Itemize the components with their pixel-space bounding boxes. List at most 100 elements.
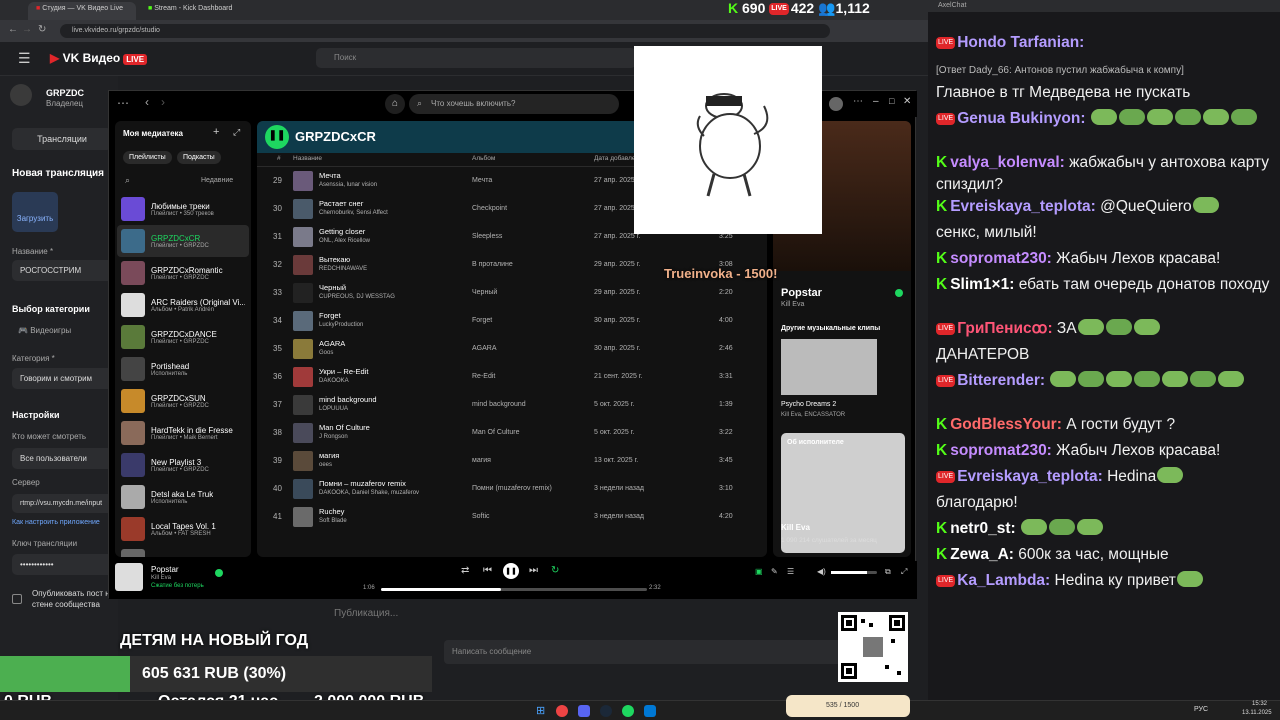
spotify-icon[interactable]: [622, 705, 634, 717]
library-item[interactable]: New Playlist 3 Плейлист • GRPZDC: [117, 449, 249, 481]
track-artist[interactable]: Asenssia, lunar vision: [319, 182, 377, 188]
track-title[interactable]: Укри – Re-Edit: [319, 367, 368, 376]
clip-title[interactable]: Psycho Dreams 2: [781, 401, 836, 408]
track-title[interactable]: Мечта: [319, 171, 341, 180]
track-album[interactable]: AGARA: [472, 345, 497, 352]
chat-username[interactable]: GodBlessYour:: [950, 416, 1062, 433]
library-item[interactable]: ARC Raiders (Original Vi... Альбом • Pat…: [117, 289, 249, 321]
track-title[interactable]: Вытекаю: [319, 255, 350, 264]
saved-check-icon[interactable]: [895, 289, 903, 297]
chat-username[interactable]: Hondo Tarfanian:: [957, 34, 1084, 51]
track-album[interactable]: mind background: [472, 401, 526, 408]
back-icon[interactable]: ‹: [145, 95, 149, 109]
play-pause-button[interactable]: ❚❚: [503, 563, 519, 579]
library-search-icon[interactable]: ⌕: [125, 175, 130, 186]
stream-name-input[interactable]: РОСГОССТРИМ: [12, 260, 116, 281]
tab-streams[interactable]: Трансляции: [12, 128, 112, 150]
post-input[interactable]: Публикация...: [334, 608, 398, 619]
track-title[interactable]: Ruchey: [319, 507, 344, 516]
track-album[interactable]: В проталине: [472, 261, 513, 268]
vk-search-input[interactable]: Поиск: [316, 48, 636, 68]
filter-podcasts[interactable]: Подкасты: [177, 151, 221, 164]
track-artist[interactable]: Soft Blade: [319, 518, 347, 524]
library-item[interactable]: HardTekk in die Fresse Плейлист • Maik B…: [117, 417, 249, 449]
player-title[interactable]: Popstar: [151, 565, 179, 574]
track-album[interactable]: Помни (muzaferov remix): [472, 485, 552, 492]
category-input[interactable]: Говорим и смотрим: [12, 368, 116, 389]
chat-username[interactable]: sopromat230:: [950, 442, 1052, 459]
clip-thumbnail[interactable]: [781, 339, 877, 395]
track-row[interactable]: 35 AGARA Goos AGARA 30 апр. 2025 г. 2:46: [257, 335, 767, 363]
url-field[interactable]: live.vkvideo.ru/grpzdc/studio: [60, 24, 830, 38]
tab-kick-dashboard[interactable]: ■ Stream - Kick Dashboard: [140, 2, 250, 20]
queue-icon[interactable]: ☰: [787, 567, 794, 576]
chat-username[interactable]: Evreiskaya_teplota:: [957, 468, 1103, 485]
about-artist-card[interactable]: Об исполнителе: [781, 433, 905, 553]
miniplayer-icon[interactable]: ⧉: [885, 567, 891, 577]
chat-username[interactable]: Evreiskaya_teplota:: [950, 198, 1096, 215]
minimize-icon[interactable]: –: [873, 96, 879, 107]
lyrics-icon[interactable]: ✎: [771, 567, 778, 576]
track-title[interactable]: магия: [319, 451, 339, 460]
browser-icon[interactable]: [556, 705, 568, 717]
track-artist[interactable]: oees: [319, 462, 332, 468]
chat-username[interactable]: netr0_st:: [950, 520, 1015, 537]
track-title[interactable]: Forget: [319, 311, 341, 320]
library-item[interactable]: Detsl aka Le Truk Исполнитель: [117, 481, 249, 513]
previous-icon[interactable]: ⏮: [483, 565, 492, 576]
maximize-icon[interactable]: □: [889, 96, 894, 106]
track-album[interactable]: Forget: [472, 317, 492, 324]
back-icon[interactable]: ←: [8, 24, 18, 35]
col-album[interactable]: Альбом: [472, 155, 495, 162]
track-row[interactable]: 37 mind background LOPUUUA mind backgrou…: [257, 391, 767, 419]
library-item[interactable]: GRPZDCxRomantic Плейлист • GRPZDC: [117, 257, 249, 289]
track-album[interactable]: магия: [472, 457, 491, 464]
chat-username[interactable]: Bitterender:: [957, 372, 1045, 389]
menu-icon[interactable]: ☰: [18, 50, 31, 67]
library-item[interactable]: Portishead Исполнитель: [117, 353, 249, 385]
track-row[interactable]: 38 Man Of Culture J Rongson Man Of Cultu…: [257, 419, 767, 447]
next-icon[interactable]: ⏭: [529, 565, 538, 576]
track-row[interactable]: 36 Укри – Re-Edit DAKOOKA Re-Edit 21 сен…: [257, 363, 767, 391]
reload-icon[interactable]: ↻: [38, 24, 46, 35]
stream-key-input[interactable]: ••••••••••••: [12, 554, 116, 575]
library-item[interactable]: Adele: [117, 545, 249, 557]
forward-icon[interactable]: ›: [161, 95, 165, 109]
track-row[interactable]: 33 Черный CUPREOUS, DJ WESSTAG Черный 29…: [257, 279, 767, 307]
track-title[interactable]: Man Of Culture: [319, 423, 370, 432]
track-artist[interactable]: CUPREOUS, DJ WESSTAG: [319, 294, 395, 300]
fullscreen-icon[interactable]: ⤢: [901, 567, 907, 577]
library-item[interactable]: Local Tapes Vol. 1 Альбом • FAT SRESH: [117, 513, 249, 545]
track-title[interactable]: Помни – muzaferov remix: [319, 479, 406, 488]
track-album[interactable]: Sleepless: [472, 233, 502, 240]
expand-icon[interactable]: ⤢: [233, 127, 240, 138]
track-row[interactable]: 40 Помни – muzaferov remix DAKOOKA, Dani…: [257, 475, 767, 503]
vk-logo[interactable]: ▶ VK Видео LIVE: [50, 51, 148, 65]
start-icon[interactable]: ⊞: [536, 704, 545, 717]
server-input[interactable]: rtmp://vsu.mycdn.me/input: [12, 494, 116, 513]
clock-time[interactable]: 15:32: [1252, 701, 1267, 707]
chat-username[interactable]: Ka_Lambda:: [957, 572, 1050, 589]
liked-icon[interactable]: [215, 569, 223, 577]
library-item[interactable]: GRPZDCxDANCE Плейлист • GRPZDC: [117, 321, 249, 353]
track-album[interactable]: Softic: [472, 513, 490, 520]
clock-date[interactable]: 13.11.2025: [1242, 710, 1272, 716]
pause-button[interactable]: ❚❚: [265, 125, 289, 149]
track-artist[interactable]: LOPUUUA: [319, 406, 348, 412]
steam-icon[interactable]: [600, 705, 612, 717]
track-title[interactable]: AGARA: [319, 339, 345, 348]
track-artist[interactable]: LuckyProduction: [319, 322, 363, 328]
publish-checkbox[interactable]: [12, 594, 22, 604]
setup-link[interactable]: Как настроить приложение: [12, 519, 116, 526]
now-playing-view-icon[interactable]: ▣: [755, 567, 763, 576]
chat-username[interactable]: ГриПенисꝏ:: [957, 320, 1052, 337]
chat-username[interactable]: sopromat230:: [950, 250, 1052, 267]
track-album[interactable]: Checkpoint: [472, 205, 507, 212]
menu-dots-icon[interactable]: ⋯: [853, 96, 863, 107]
now-artist[interactable]: Kill Eva: [781, 301, 804, 308]
library-item[interactable]: Любимые треки Плейлист • 350 треков: [117, 193, 249, 225]
videogames-option[interactable]: 🎮 Видеоигры: [18, 326, 71, 335]
close-icon[interactable]: ✕: [903, 96, 911, 107]
track-artist[interactable]: Chernoburkv, Sensi Affect: [319, 210, 388, 216]
discord-icon[interactable]: [578, 705, 590, 717]
